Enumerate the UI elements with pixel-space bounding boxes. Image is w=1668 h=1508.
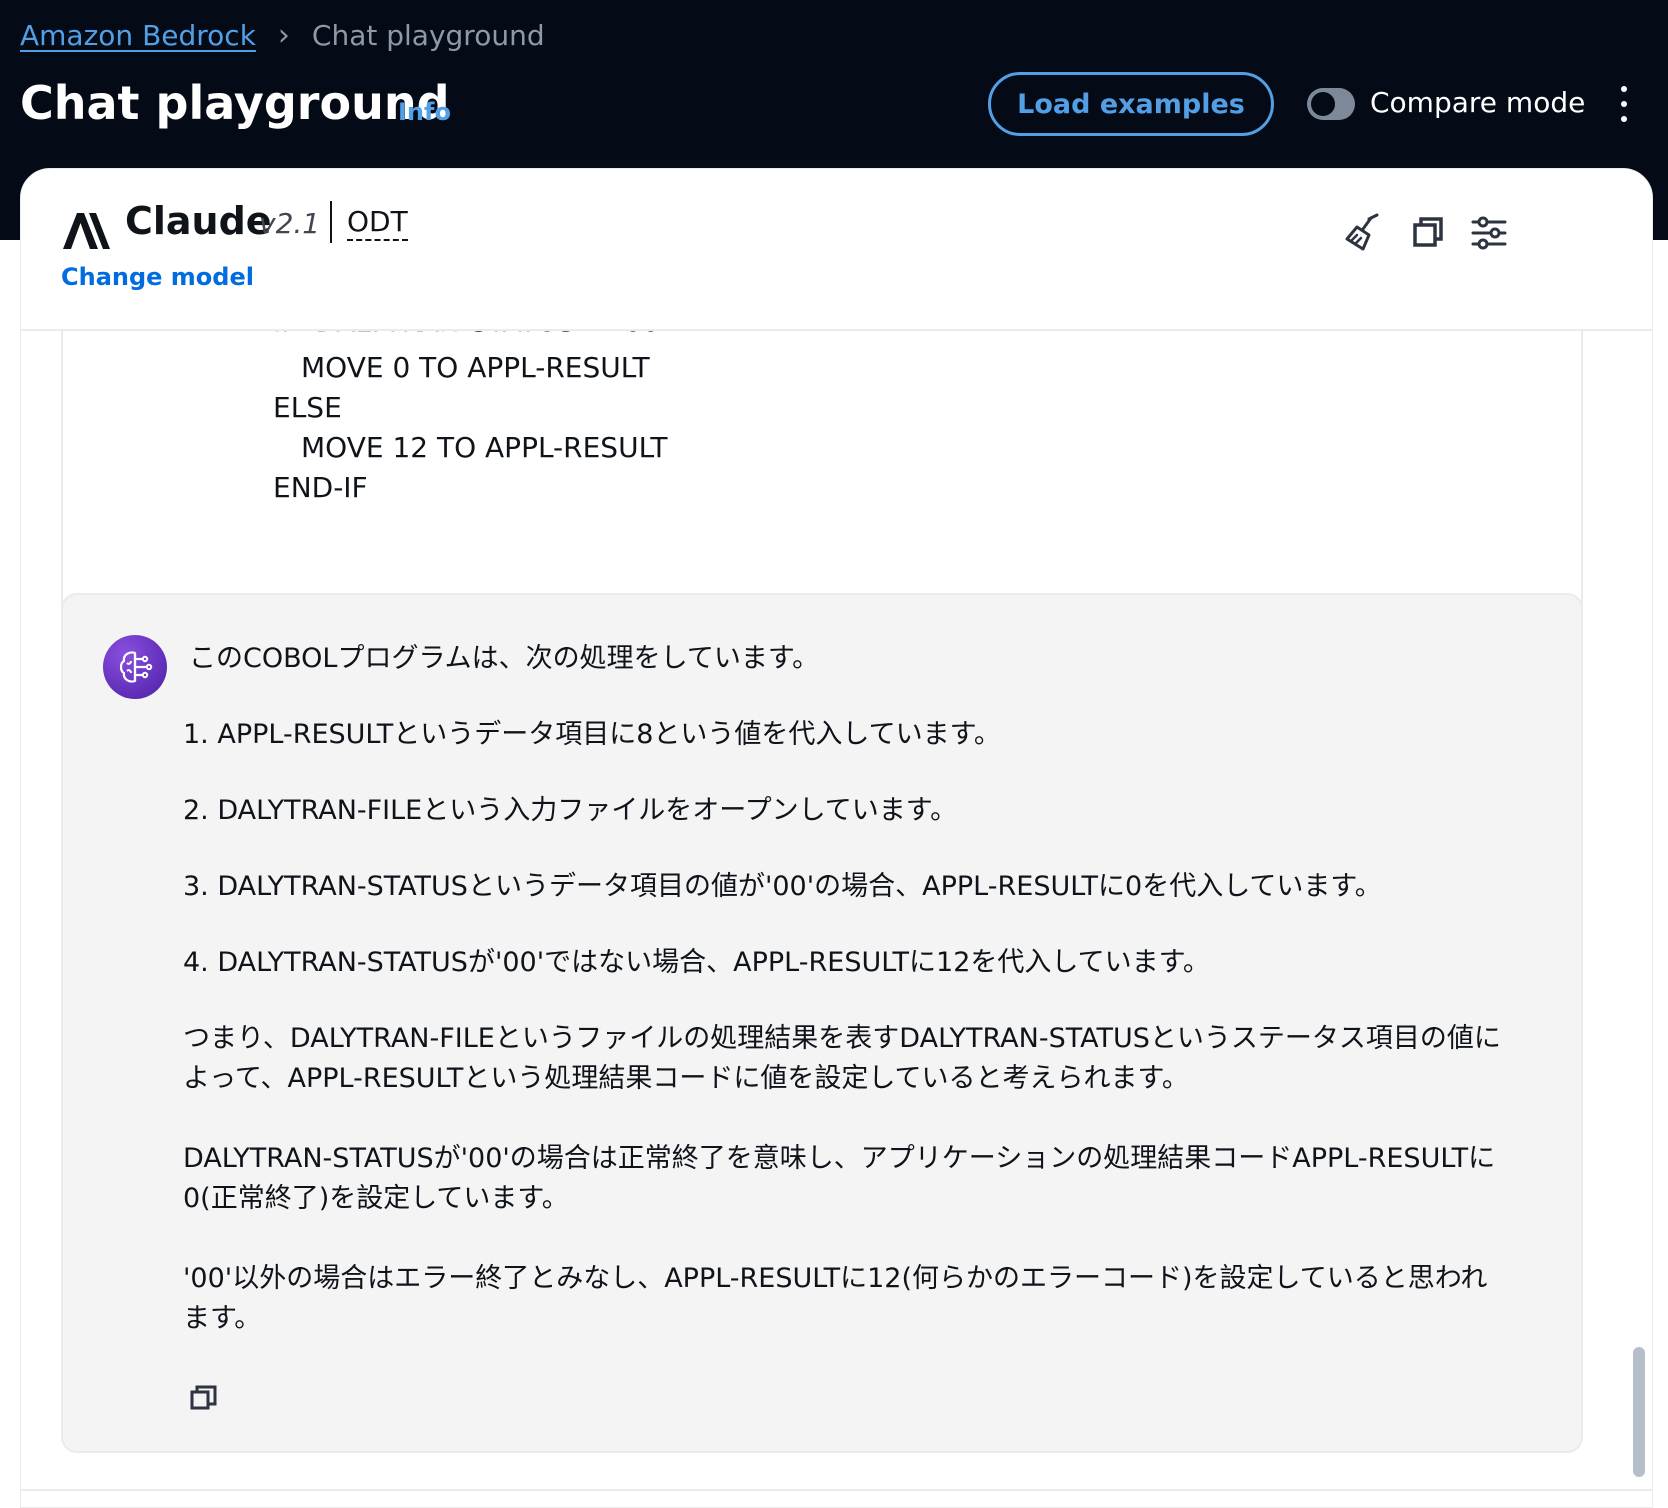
response-item-4: 4. DALYTRAN-STATUSが'00'ではない場合、APPL-RESUL… [183,947,1210,978]
code-line: MOVE 0 TO APPL-RESULT [301,351,650,384]
assistant-response: このCOBOLプログラムは、次の処理をしています。 1. APPL-RESULT… [61,593,1583,1453]
load-examples-button[interactable]: Load examples [988,72,1274,136]
response-item-1: 1. APPL-RESULTというデータ項目に8という値を代入しています。 [183,719,1001,750]
clear-chat-icon[interactable] [1343,213,1383,253]
response-error-line-1: '00'以外の場合はエラー終了とみなし、APPL-RESULTに12(何らかのエ… [183,1263,1488,1294]
breadcrumb-current: Chat playground [311,19,545,52]
response-summary-line-2: よって、APPL-RESULTという処理結果コードに値を設定していると考えられま… [183,1063,1189,1094]
panel-divider [21,1489,1652,1491]
response-normal-line-1: DALYTRAN-STATUSが'00'の場合は正常終了を意味し、アプリケーショ… [183,1143,1496,1174]
scrollbar-track [1631,339,1645,1499]
response-item-2: 2. DALYTRAN-FILEという入力ファイルをオープンしています。 [183,795,958,826]
breadcrumb: Amazon Bedrock › Chat playground [20,18,545,53]
copy-icon[interactable] [1409,213,1449,253]
change-model-link[interactable]: Change model [61,263,254,291]
response-intro: このCOBOLプログラムは、次の処理をしています。 [189,643,820,674]
response-item-3: 3. DALYTRAN-STATUSというデータ項目の値が'00'の場合、APP… [183,871,1382,902]
info-link[interactable]: Info [398,98,451,126]
page-title: Chat playground [20,76,450,130]
assistant-avatar [103,635,167,699]
more-options-icon[interactable] [1616,86,1632,122]
code-line: END-IF [273,471,368,504]
chat-panel: Claude v2.1 ODT Change model IF DALYTRAN… [20,168,1653,1508]
settings-sliders-icon[interactable] [1469,213,1509,253]
response-normal-line-2: 0(正常終了)を設定しています。 [183,1183,569,1214]
brain-circuit-icon [119,651,153,683]
model-name: Claude [125,199,272,243]
model-version: v2.1 [259,207,321,240]
model-divider [330,201,332,243]
code-line: ELSE [273,391,342,424]
breadcrumb-chevron-icon: › [277,18,290,53]
model-header: Claude v2.1 ODT Change model [21,169,1652,331]
response-error-line-2: ます。 [183,1303,262,1334]
anthropic-logo-icon [63,213,110,249]
compare-mode-toggle[interactable] [1307,88,1355,120]
breadcrumb-amazon-bedrock-link[interactable]: Amazon Bedrock [20,19,256,52]
scrollbar-thumb[interactable] [1633,1347,1645,1477]
response-summary-line-1: つまり、DALYTRAN-FILEというファイルの処理結果を表すDALYTRAN… [183,1023,1501,1054]
model-mode-label[interactable]: ODT [347,205,408,241]
code-line: MOVE 12 TO APPL-RESULT [301,431,668,464]
copy-response-icon[interactable] [189,1383,219,1413]
compare-mode-label: Compare mode [1370,86,1586,119]
